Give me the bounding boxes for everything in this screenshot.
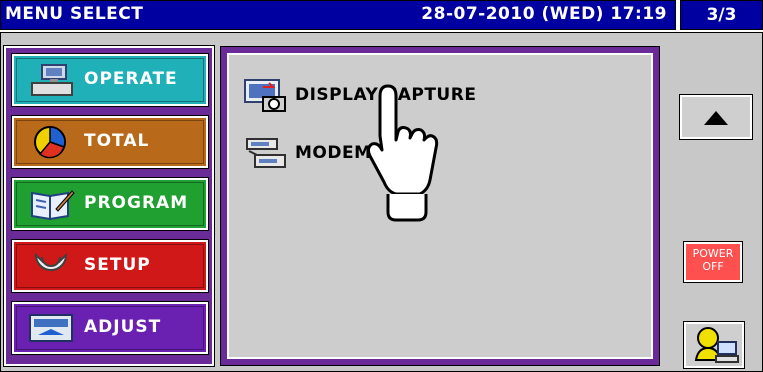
display-capture-icon: [244, 79, 286, 112]
modem-icon: [246, 138, 286, 168]
total-label: TOTAL: [84, 131, 150, 151]
page-title: MENU SELECT: [5, 4, 144, 24]
title-bar: MENU SELECT 28-07-2010 (WED) 17:19: [0, 0, 676, 30]
power-label-line1: POWER: [692, 247, 734, 260]
up-arrow-icon: [704, 111, 728, 125]
datetime-display: 28-07-2010 (WED) 17:19: [421, 4, 667, 24]
operator-button[interactable]: [683, 321, 745, 369]
operator-terminal-icon: [31, 64, 73, 96]
tapping-hand-icon: [366, 84, 439, 222]
modem-item[interactable]: MODEM: [243, 135, 372, 171]
program-book-icon: [31, 190, 75, 221]
pie-chart-icon: [34, 126, 66, 159]
adjust-label: ADJUST: [84, 317, 162, 337]
page-indicator: 3/3: [680, 0, 763, 30]
setup-button[interactable]: SETUP: [11, 239, 209, 293]
adjust-scale-icon: [29, 314, 73, 342]
adjust-button[interactable]: ADJUST: [11, 301, 209, 355]
program-button[interactable]: PROGRAM: [11, 177, 209, 231]
power-off-button[interactable]: POWER OFF: [683, 241, 743, 283]
operate-button[interactable]: OPERATE: [11, 53, 209, 107]
power-label-line2: OFF: [702, 260, 724, 273]
menu-sidebar: OPERATE TOTAL PROGRAM SETUP ADJUST: [3, 45, 215, 367]
program-label: PROGRAM: [84, 193, 189, 213]
operate-label: OPERATE: [84, 69, 178, 89]
setup-label: SETUP: [84, 255, 151, 275]
total-button[interactable]: TOTAL: [11, 115, 209, 169]
scroll-up-button[interactable]: [679, 94, 753, 140]
operator-user-icon: [694, 327, 739, 363]
wrench-icon: [34, 252, 68, 271]
